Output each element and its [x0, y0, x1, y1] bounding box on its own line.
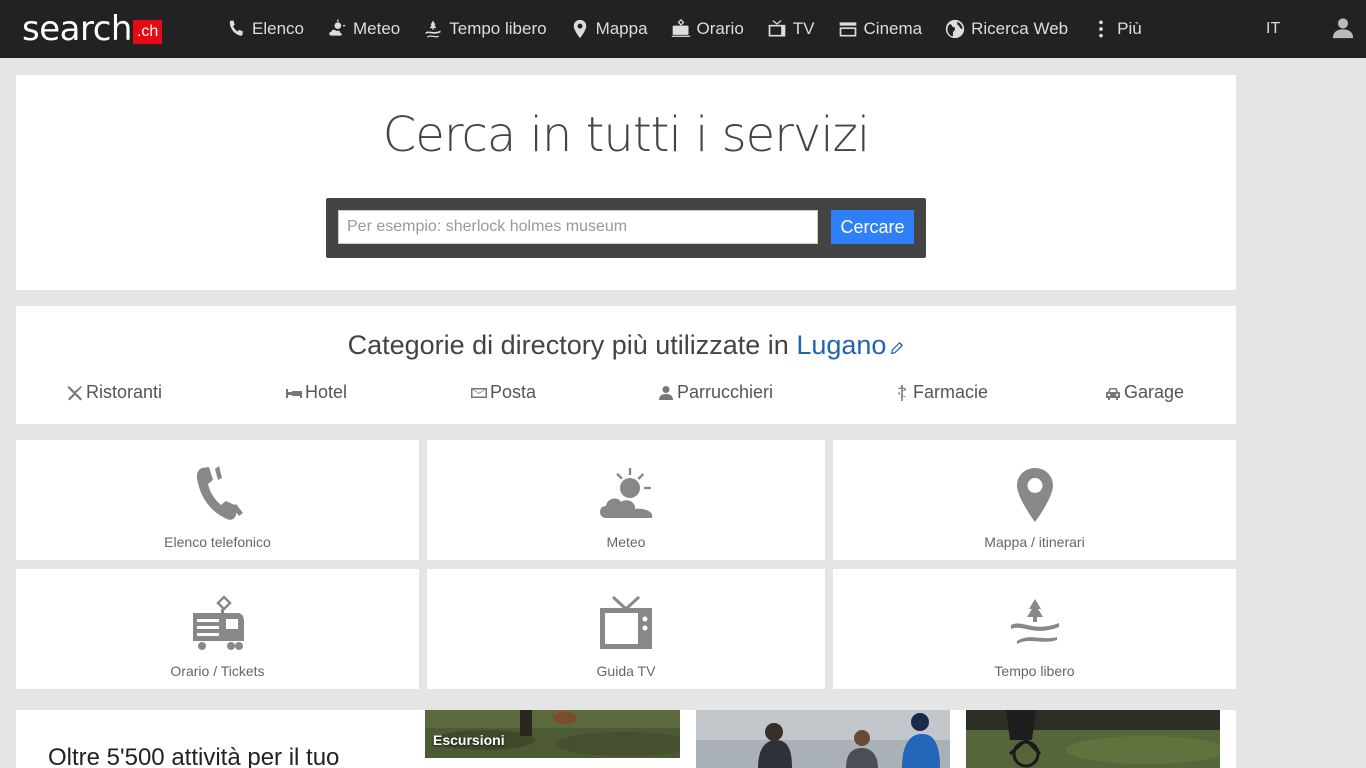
nav-item-tempo-libero[interactable]: Tempo libero — [423, 19, 547, 39]
nav-item-ricerca-web[interactable]: Ricerca Web — [945, 19, 1068, 39]
category-ristoranti[interactable]: Ristoranti — [67, 382, 162, 403]
category-garage[interactable]: Garage — [1105, 382, 1184, 403]
category-hotel[interactable]: Hotel — [286, 382, 347, 403]
location-link[interactable]: Lugano — [796, 330, 886, 360]
nav-item-tv[interactable]: TV — [767, 19, 815, 39]
top-navigation-bar: search .ch Elenco Meteo Tempo libero Map… — [0, 0, 1366, 58]
category-label: Farmacie — [913, 382, 989, 402]
nav-item-cinema[interactable]: Cinema — [838, 19, 923, 39]
nav-item-label: Mappa — [595, 19, 648, 38]
service-tile-meteo[interactable]: Meteo — [427, 440, 825, 560]
service-tile-label: Meteo — [606, 534, 646, 550]
weather-icon — [329, 19, 346, 36]
main-nav: Elenco Meteo Tempo libero Mappa Orario T… — [226, 0, 1165, 58]
category-label: Posta — [490, 382, 537, 402]
edit-location-button[interactable] — [890, 331, 904, 355]
map-pin-icon — [1016, 468, 1053, 522]
page-title: Cerca in tutti i servizi — [382, 107, 870, 163]
nav-item-label: Orario — [696, 19, 744, 38]
categories-heading-text: Categorie di directory più utilizzate in — [347, 330, 789, 360]
train-icon — [671, 19, 690, 37]
nav-item-label: Elenco — [252, 19, 304, 38]
promo-card-2[interactable] — [696, 710, 950, 768]
service-tile-label: Tempo libero — [994, 663, 1075, 679]
nav-item-elenco[interactable]: Elenco — [226, 19, 304, 39]
envelope-icon — [471, 387, 487, 398]
logo-wordmark: search — [22, 9, 132, 49]
categories-list: Ristoranti Hotel Posta Parrucchieri Farm… — [16, 382, 1236, 406]
service-tile-label: Elenco telefonico — [164, 534, 271, 550]
search-form: Cercare — [326, 198, 926, 258]
nav-item-orario[interactable]: Orario — [671, 19, 744, 39]
promo-card-escursioni[interactable]: Escursioni — [425, 710, 680, 768]
promo-card-label: Escursioni — [433, 732, 505, 748]
service-tile-tempo-libero[interactable]: Tempo libero — [833, 569, 1236, 689]
search-button[interactable]: Cercare — [831, 210, 914, 244]
service-tile-label: Mappa / itinerari — [984, 534, 1085, 550]
activities-panel: Oltre 5'500 attività per il tuo Escursio… — [16, 710, 1236, 768]
user-account-button[interactable] — [1332, 17, 1356, 41]
category-label: Hotel — [305, 382, 348, 402]
service-tile-label: Guida TV — [596, 663, 656, 679]
activities-headline: Oltre 5'500 attività per il tuo — [48, 744, 340, 768]
mountain-bike-photo — [966, 710, 1220, 768]
tv-icon — [600, 595, 652, 649]
nav-item-label: Cinema — [863, 19, 923, 38]
caduceus-icon — [898, 384, 906, 401]
pencil-icon — [891, 341, 904, 355]
nav-item-meteo[interactable]: Meteo — [327, 19, 400, 39]
search-panel: Cerca in tutti i servizi Cercare — [16, 75, 1236, 290]
category-posta[interactable]: Posta — [471, 382, 536, 403]
cinema-icon — [839, 22, 856, 37]
service-tile-guida-tv[interactable]: Guida TV — [427, 569, 825, 689]
categories-heading: Categorie di directory più utilizzate in… — [16, 330, 1236, 361]
car-icon — [1106, 387, 1120, 400]
categories-panel: Categorie di directory più utilizzate in… — [16, 306, 1236, 424]
phone-icon — [229, 20, 243, 36]
nav-item-piu[interactable]: Più — [1091, 19, 1142, 39]
nav-item-label: TV — [792, 19, 815, 38]
phone-icon — [196, 466, 243, 520]
search-ch-logo[interactable]: search .ch — [22, 9, 163, 49]
service-tile-label: Orario / Tickets — [170, 663, 265, 679]
cyclists-photo — [696, 710, 950, 768]
person-icon — [659, 385, 673, 400]
bed-icon — [286, 388, 302, 398]
leisure-icon — [425, 20, 441, 38]
globe-icon — [945, 19, 965, 39]
service-tile-orario-tickets[interactable]: Orario / Tickets — [16, 569, 419, 689]
category-label: Garage — [1124, 382, 1185, 402]
more-vertical-icon — [1099, 20, 1103, 38]
map-pin-icon — [573, 19, 586, 39]
nav-item-label: Ricerca Web — [971, 19, 1069, 38]
category-parrucchieri[interactable]: Parrucchieri — [658, 382, 773, 403]
tv-icon — [768, 20, 786, 37]
user-icon — [1332, 18, 1354, 39]
service-tile-elenco-telefonico[interactable]: Elenco telefonico — [16, 440, 419, 560]
nav-item-label: Più — [1117, 19, 1142, 38]
search-input[interactable] — [338, 210, 818, 244]
service-tile-mappa-itinerari[interactable]: Mappa / itinerari — [833, 440, 1236, 560]
promo-card-3[interactable] — [966, 710, 1220, 768]
leisure-icon — [1010, 599, 1059, 644]
category-label: Ristoranti — [86, 382, 163, 402]
category-farmacie[interactable]: Farmacie — [894, 382, 988, 403]
nav-item-label: Tempo libero — [449, 19, 547, 38]
nav-item-label: Meteo — [352, 19, 401, 38]
category-label: Parrucchieri — [677, 382, 774, 402]
weather-icon — [600, 468, 653, 518]
cutlery-icon — [67, 385, 82, 400]
logo-tld-badge: .ch — [132, 20, 163, 44]
train-icon — [192, 595, 244, 650]
language-selector[interactable]: IT — [1266, 0, 1280, 58]
nav-item-mappa[interactable]: Mappa — [570, 19, 648, 39]
